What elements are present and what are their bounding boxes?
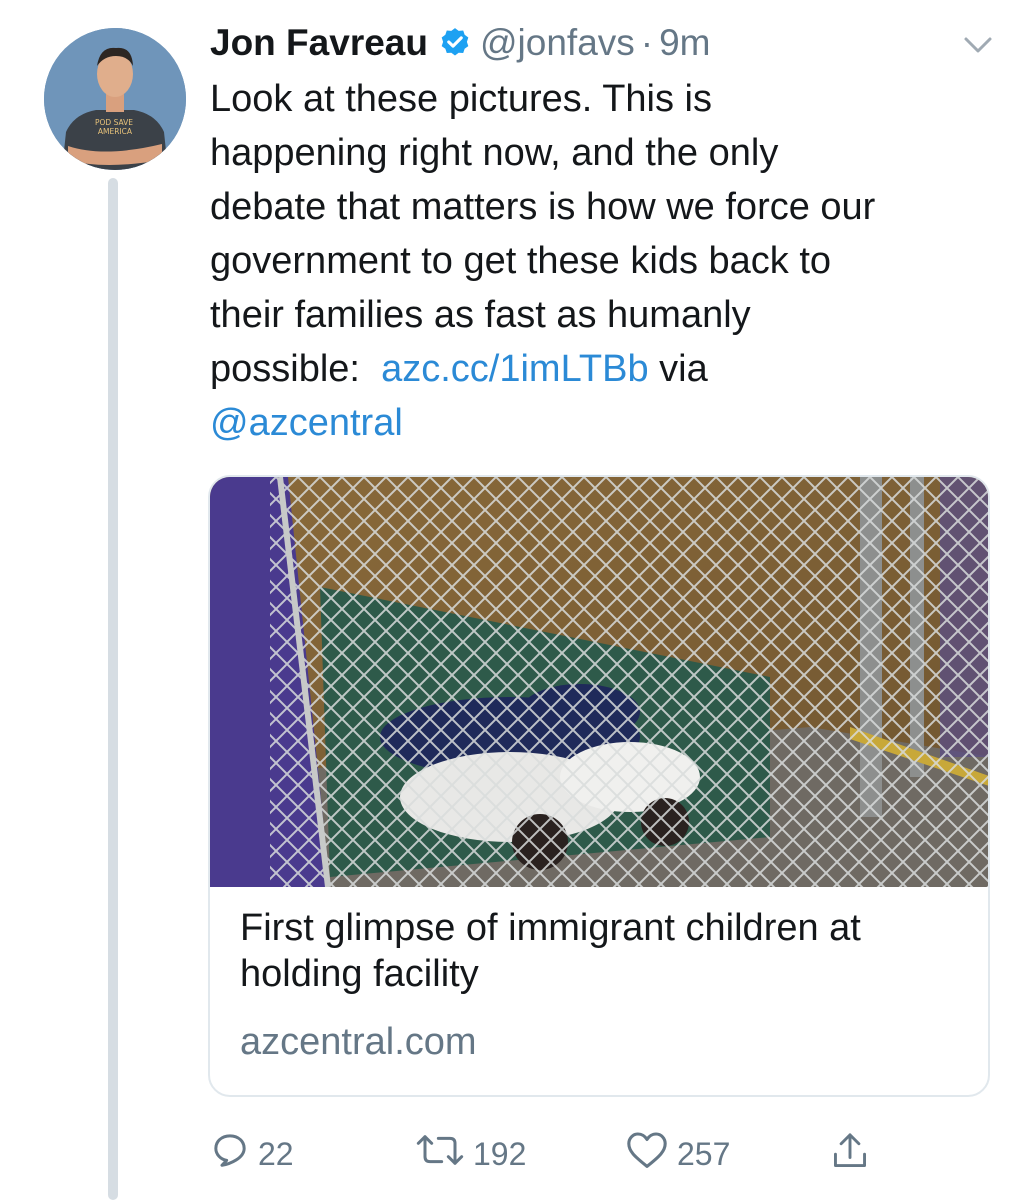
chevron-down-icon[interactable]	[958, 30, 998, 60]
tweet-link[interactable]: azc.cc/1imLTBb	[381, 348, 648, 390]
action-bar: 22 192 257	[210, 1130, 900, 1180]
tweet-line: possible: azc.cc/1imLTBb via	[210, 342, 1010, 396]
tweet[interactable]: POD SAVE AMERICA Jon Favreau @jonfavs · …	[0, 0, 1035, 1200]
tweet-line: their families as fast as humanly	[210, 294, 751, 336]
author-handle[interactable]: @jonfavs	[480, 22, 635, 64]
card-title: First glimpse of immigrant children at h…	[240, 907, 861, 995]
mention-link[interactable]: @azcentral	[210, 402, 403, 444]
tweet-line: Look at these pictures. This is	[210, 78, 712, 120]
shirt-text-1: POD SAVE	[95, 118, 133, 127]
retweet-button[interactable]: 192	[415, 1130, 526, 1178]
reply-button[interactable]: 22	[210, 1130, 294, 1178]
author-name[interactable]: Jon Favreau	[210, 22, 428, 64]
verified-badge-icon	[438, 26, 472, 60]
tweet-header: Jon Favreau @jonfavs · 9m	[210, 18, 995, 68]
heart-icon	[625, 1130, 677, 1178]
separator-dot: ·	[640, 22, 654, 63]
share-icon	[830, 1130, 878, 1180]
tweet-line: happening right now, and the only	[210, 132, 779, 174]
like-count: 257	[677, 1135, 731, 1172]
reply-icon	[210, 1130, 258, 1178]
shirt-text-2: AMERICA	[98, 127, 133, 136]
share-button[interactable]	[830, 1130, 878, 1180]
tweet-line: debate that matters is how we force our	[210, 186, 876, 228]
tweet-time[interactable]: 9m	[659, 22, 710, 64]
card-domain: azcentral.com	[240, 1021, 477, 1063]
reply-count: 22	[258, 1135, 294, 1172]
retweet-icon	[415, 1130, 473, 1178]
card-image	[210, 477, 988, 887]
tweet-text: Look at these pictures. This is happenin…	[210, 72, 1010, 450]
tweet-line: government to get these kids back to	[210, 240, 832, 282]
like-button[interactable]: 257	[625, 1130, 730, 1178]
thread-line	[108, 178, 118, 1200]
via-text: via	[659, 348, 708, 390]
link-card[interactable]: First glimpse of immigrant children at h…	[208, 475, 990, 1097]
avatar[interactable]: POD SAVE AMERICA	[44, 28, 186, 170]
tweet-line-prefix: possible:	[210, 348, 360, 390]
retweet-count: 192	[473, 1135, 527, 1172]
